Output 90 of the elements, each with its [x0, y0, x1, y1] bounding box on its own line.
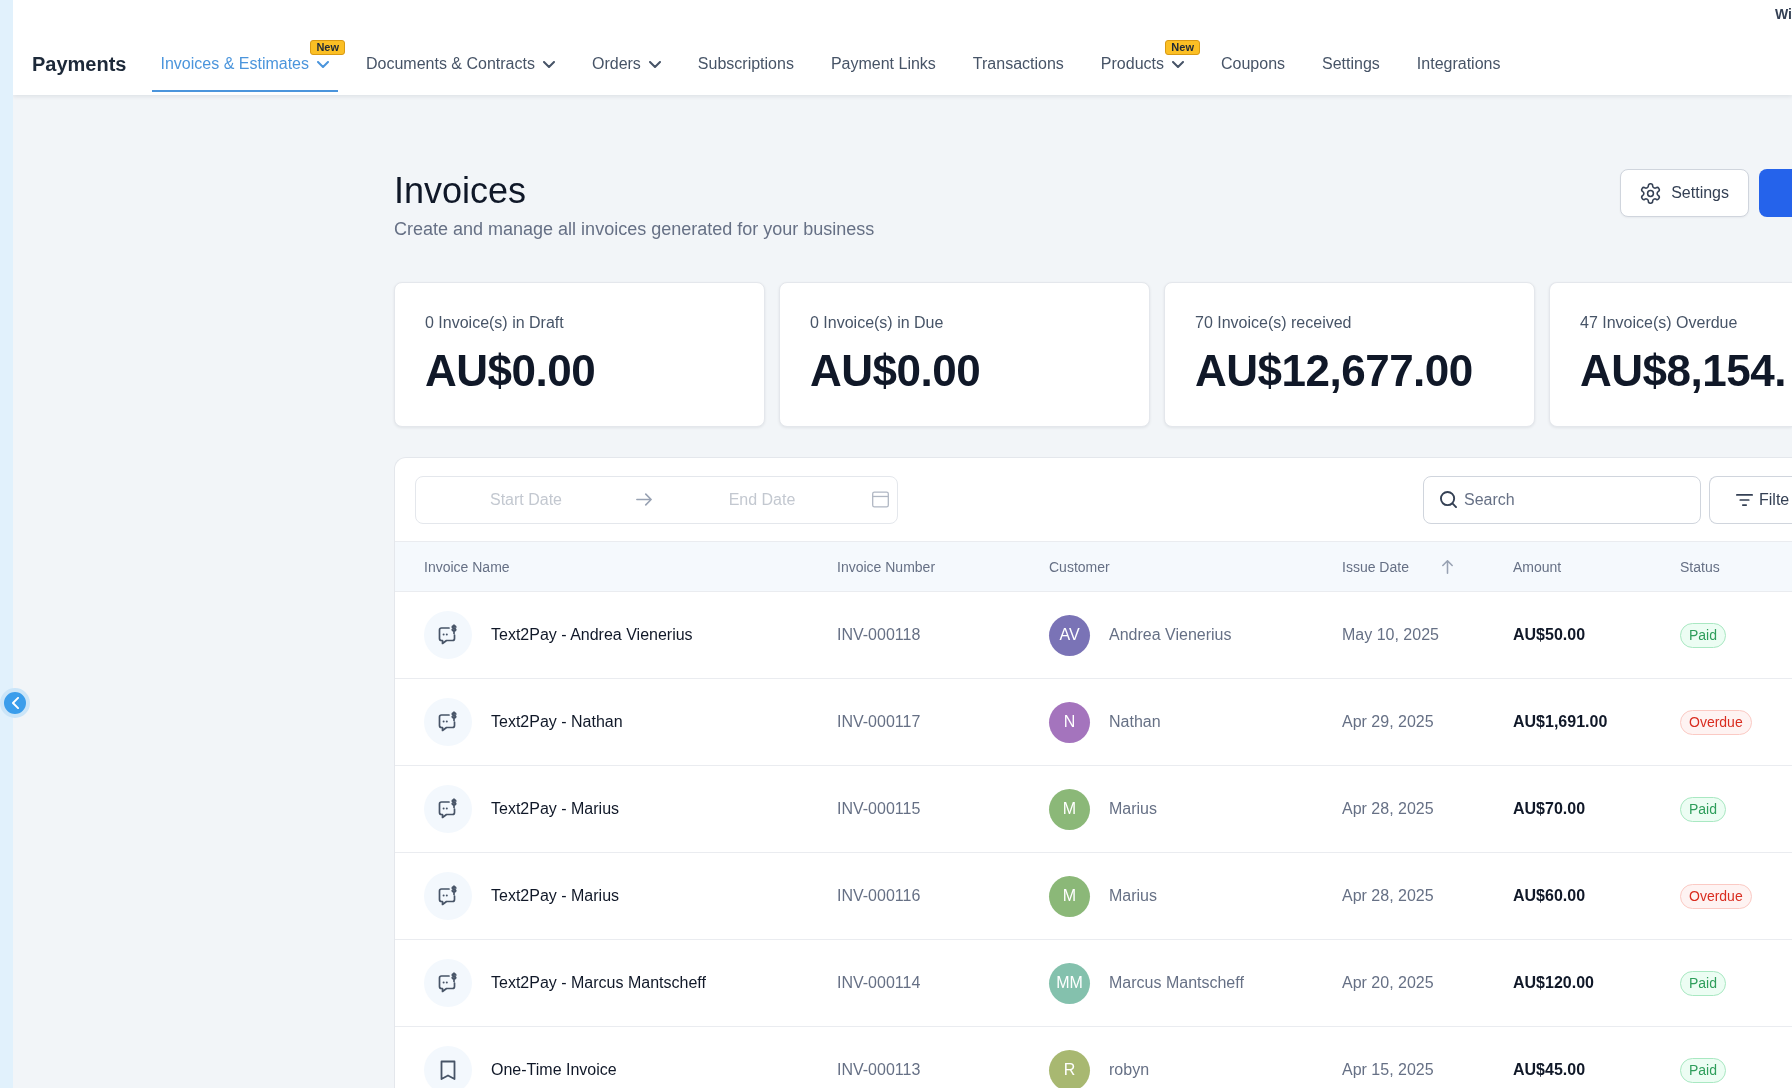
end-date-input[interactable]: End Date — [652, 487, 872, 512]
table-cell: INV-000114 — [837, 974, 921, 991]
status-badge: Paid — [1680, 1057, 1727, 1083]
search-field[interactable]: Search — [1423, 475, 1701, 524]
table-cell-text: Text2Pay - Marcus Mantscheff — [491, 973, 706, 993]
status-badge: Paid — [1680, 622, 1727, 648]
page-subtitle: Create and manage all invoices generated for your business — [394, 218, 875, 241]
search-icon — [1440, 490, 1457, 508]
table-cell-text: Text2Pay - Andrea Vienerius — [491, 625, 693, 645]
avatar: N — [1049, 701, 1090, 743]
table-cell: AU$1,691.00 — [1513, 713, 1608, 730]
avatar: AV — [1049, 614, 1090, 656]
table-cell: AU$120.00 — [1513, 974, 1594, 991]
nav-tab[interactable]: Transactions — [963, 38, 1073, 92]
table-cell-text: Nathan — [1109, 712, 1161, 732]
arrow-up-icon[interactable] — [1441, 559, 1453, 574]
table-cell: AU$50.00 — [1513, 626, 1586, 643]
nav-tab[interactable]: Coupons — [1212, 38, 1295, 92]
status-badge: Overdue — [1680, 709, 1752, 735]
table-cell: Apr 20, 2025 — [1342, 974, 1434, 991]
table-cell: INV-000118 — [837, 626, 921, 643]
table-cell-text: One-Time Invoice — [491, 1060, 617, 1080]
table-cell-text: Marius — [1109, 799, 1157, 819]
table-cell-text: Text2Pay - Nathan — [491, 712, 623, 732]
calendar-icon[interactable] — [872, 491, 889, 508]
column-header[interactable]: Customer — [1049, 556, 1110, 577]
table-cell: AU$45.00 — [1513, 1061, 1586, 1078]
collapse-button[interactable] — [0, 688, 30, 718]
table-cell-text: Marius — [1109, 886, 1157, 906]
table-cell-text: Text2Pay - Marius — [491, 799, 620, 819]
nav-tab[interactable]: Subscriptions — [688, 38, 803, 92]
stat-value: AU$8,154. — [1580, 349, 1786, 393]
column-header[interactable]: Amount — [1513, 556, 1562, 577]
status-badge: Paid — [1680, 970, 1727, 996]
table-cell: May 10, 2025 — [1342, 626, 1439, 643]
arrow-right-icon — [636, 493, 652, 506]
table-cell: AU$60.00 — [1513, 887, 1586, 904]
chevron-left-icon — [11, 697, 19, 709]
table-cell: INV-000113 — [837, 1061, 921, 1078]
chat-dollar-icon — [424, 698, 472, 746]
nav-tab[interactable]: Integrations — [1407, 38, 1510, 92]
nav-tab[interactable]: Documents & Contracts — [357, 38, 564, 92]
header-text: Wi — [1775, 5, 1792, 23]
date-range-field[interactable]: Start Date End Date — [415, 475, 898, 524]
table-cell: Apr 15, 2025 — [1342, 1061, 1434, 1078]
table-cell: INV-000116 — [837, 887, 921, 904]
stat-label: 47 Invoice(s) Overdue — [1580, 313, 1738, 333]
stat-label: 0 Invoice(s) in Due — [810, 313, 944, 333]
chat-dollar-icon — [424, 959, 472, 1007]
tab-badge: New — [310, 40, 345, 55]
stat-value: AU$0.00 — [425, 349, 596, 393]
stat-value: AU$12,677.00 — [1195, 349, 1473, 393]
settings-icon — [1640, 182, 1662, 204]
avatar: MM — [1049, 962, 1090, 1004]
column-header[interactable]: Invoice Name — [424, 556, 510, 577]
page-title: Invoices — [394, 171, 527, 211]
filter-icon — [1736, 493, 1753, 506]
column-header[interactable]: Issue Date — [1342, 556, 1409, 577]
table-cell-text: Text2Pay - Marius — [491, 886, 620, 906]
tab-badge: New — [1165, 40, 1200, 55]
chat-dollar-icon — [424, 785, 472, 833]
status-badge: Overdue — [1680, 883, 1752, 909]
table-cell: AU$70.00 — [1513, 800, 1586, 817]
start-date-input[interactable]: Start Date — [416, 487, 636, 512]
table-cell: Apr 29, 2025 — [1342, 713, 1434, 730]
column-header[interactable]: Status — [1680, 556, 1720, 577]
table-cell-text: Andrea Vienerius — [1109, 625, 1232, 645]
avatar: R — [1049, 1049, 1090, 1088]
column-header[interactable]: Invoice Number — [837, 556, 936, 577]
table-cell-text: Marcus Mantscheff — [1109, 973, 1244, 993]
chat-dollar-icon — [424, 611, 472, 659]
table-cell: INV-000117 — [837, 713, 921, 730]
filter-button[interactable]: Filte — [1709, 475, 1792, 524]
chat-dollar-icon — [424, 872, 472, 920]
avatar: M — [1049, 875, 1090, 917]
primary-button[interactable] — [1759, 169, 1792, 217]
status-badge: Paid — [1680, 796, 1727, 822]
nav-tab[interactable]: Payment Links — [821, 38, 945, 92]
stat-value: AU$0.00 — [810, 349, 981, 393]
table-cell: Apr 28, 2025 — [1342, 800, 1434, 817]
stat-label: 70 Invoice(s) received — [1195, 313, 1352, 333]
stat-label: 0 Invoice(s) in Draft — [425, 313, 564, 333]
app-title: Payments — [32, 51, 127, 77]
nav-tab[interactable]: Settings — [1313, 38, 1389, 92]
settings-button[interactable]: Settings — [1620, 169, 1749, 217]
table-cell-text: robyn — [1109, 1060, 1150, 1080]
table-cell: INV-000115 — [837, 800, 921, 817]
avatar: M — [1049, 788, 1090, 830]
nav-tab[interactable]: Orders — [582, 38, 670, 92]
table-cell: Apr 28, 2025 — [1342, 887, 1434, 904]
